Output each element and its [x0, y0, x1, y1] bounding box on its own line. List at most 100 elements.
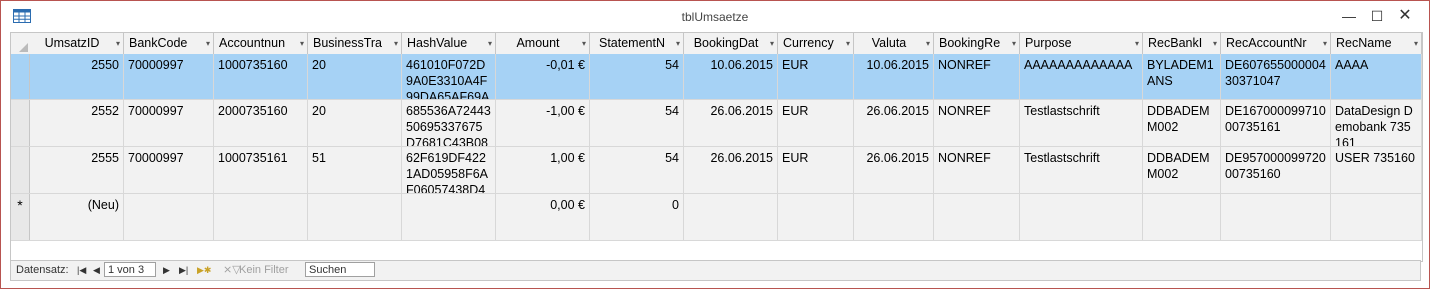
- sort-dropdown-icon[interactable]: ▾: [770, 33, 774, 54]
- sort-dropdown-icon[interactable]: ▾: [926, 33, 930, 54]
- cell-bookingdate[interactable]: 10.06.2015: [684, 54, 778, 99]
- cell-hashvalue[interactable]: 62F619DF4221AD05958F6AF06057438D4E6: [402, 147, 496, 193]
- cell-accountnumber[interactable]: 2000735160: [214, 100, 308, 146]
- cell-purpose[interactable]: AAAAAAAAAAAAA: [1020, 54, 1143, 99]
- sort-dropdown-icon[interactable]: ▾: [1213, 33, 1217, 54]
- table-row[interactable]: 2552 70000997 2000735160 20 685536A724435069…: [11, 100, 1422, 147]
- cell-hashvalue[interactable]: 461010F072D9A0E3310A4F99DA65AF69A7: [402, 54, 496, 99]
- cell-bankcode[interactable]: [124, 194, 214, 240]
- column-header-recaccountnr[interactable]: RecAccountNr ▾: [1221, 33, 1331, 54]
- row-selector[interactable]: [11, 54, 30, 99]
- cell-currency[interactable]: EUR: [778, 54, 854, 99]
- search-input[interactable]: Suchen: [305, 262, 375, 277]
- select-all-corner[interactable]: [11, 33, 31, 54]
- column-header-hashvalue[interactable]: HashValue ▾: [402, 33, 496, 54]
- cell-valuta[interactable]: 26.06.2015: [854, 100, 934, 146]
- cell-bookingdate[interactable]: [684, 194, 778, 240]
- cell-statementno[interactable]: 54: [590, 100, 684, 146]
- table-row[interactable]: 2555 70000997 1000735161 51 62F619DF4221AD05…: [11, 147, 1422, 194]
- cell-bookingref[interactable]: NONREF: [934, 54, 1020, 99]
- cell-accountnumber[interactable]: [214, 194, 308, 240]
- minimize-button[interactable]: —: [1335, 5, 1363, 27]
- cell-valuta[interactable]: 26.06.2015: [854, 147, 934, 193]
- cell-accountnumber[interactable]: 1000735161: [214, 147, 308, 193]
- cell-recaccountnr[interactable]: DE16700009971000735161: [1221, 100, 1331, 146]
- cell-bankcode[interactable]: 70000997: [124, 100, 214, 146]
- cell-hashvalue[interactable]: 685536A7244350695337675D7681C43B0876: [402, 100, 496, 146]
- cell-businesstransaction[interactable]: 20: [308, 100, 402, 146]
- cell-currency[interactable]: EUR: [778, 100, 854, 146]
- cell-accountnumber[interactable]: 1000735160: [214, 54, 308, 99]
- sort-dropdown-icon[interactable]: ▾: [1414, 33, 1418, 54]
- sort-dropdown-icon[interactable]: ▾: [846, 33, 850, 54]
- cell-amount[interactable]: 1,00 €: [496, 147, 590, 193]
- column-header-businesstransaction[interactable]: BusinessTra ▾: [308, 33, 402, 54]
- cell-statementno[interactable]: 54: [590, 147, 684, 193]
- column-header-bookingdate[interactable]: BookingDat ▾: [684, 33, 778, 54]
- cell-businesstransaction[interactable]: 20: [308, 54, 402, 99]
- cell-bankcode[interactable]: 70000997: [124, 147, 214, 193]
- cell-amount[interactable]: 0,00 €: [496, 194, 590, 240]
- cell-recbankid[interactable]: BYLADEM1ANS: [1143, 54, 1221, 99]
- sort-dropdown-icon[interactable]: ▾: [394, 33, 398, 54]
- sort-dropdown-icon[interactable]: ▾: [206, 33, 210, 54]
- cell-recbankid[interactable]: DDBADEMM002: [1143, 147, 1221, 193]
- cell-purpose[interactable]: [1020, 194, 1143, 240]
- cell-recaccountnr[interactable]: DE95700009972000735160: [1221, 147, 1331, 193]
- column-header-recbankid[interactable]: RecBankI ▾: [1143, 33, 1221, 54]
- cell-recbankid[interactable]: DDBADEMM002: [1143, 100, 1221, 146]
- cell-statementno[interactable]: 0: [590, 194, 684, 240]
- new-record-row[interactable]: * (Neu) 0,00 €0: [11, 194, 1422, 241]
- first-record-icon[interactable]: |◀: [77, 261, 86, 280]
- table-row[interactable]: 2550 70000997 1000735160 20 461010F072D9A0E3…: [11, 54, 1422, 100]
- record-number-field[interactable]: 1 von 3: [104, 262, 156, 277]
- cell-umsatzid[interactable]: 2552: [30, 100, 124, 146]
- cell-recname[interactable]: [1331, 194, 1422, 240]
- sort-dropdown-icon[interactable]: ▾: [488, 33, 492, 54]
- row-selector[interactable]: [11, 147, 30, 193]
- cell-currency[interactable]: EUR: [778, 147, 854, 193]
- row-selector[interactable]: *: [11, 194, 30, 240]
- cell-statementno[interactable]: 54: [590, 54, 684, 99]
- sort-dropdown-icon[interactable]: ▾: [676, 33, 680, 54]
- column-header-statementno[interactable]: StatementN ▾: [590, 33, 684, 54]
- sort-dropdown-icon[interactable]: ▾: [1135, 33, 1139, 54]
- cell-bookingref[interactable]: NONREF: [934, 100, 1020, 146]
- next-record-icon[interactable]: ▶: [163, 261, 170, 280]
- last-record-icon[interactable]: ▶|: [179, 261, 188, 280]
- cell-bookingdate[interactable]: 26.06.2015: [684, 147, 778, 193]
- column-header-umsatzid[interactable]: UmsatzID ▾: [30, 33, 124, 54]
- cell-valuta[interactable]: [854, 194, 934, 240]
- cell-businesstransaction[interactable]: [308, 194, 402, 240]
- cell-recbankid[interactable]: [1143, 194, 1221, 240]
- sort-dropdown-icon[interactable]: ▾: [582, 33, 586, 54]
- cell-amount[interactable]: -1,00 €: [496, 100, 590, 146]
- maximize-button[interactable]: ☐: [1363, 5, 1391, 27]
- cell-purpose[interactable]: Testlastschrift: [1020, 147, 1143, 193]
- column-header-bookingref[interactable]: BookingRe ▾: [934, 33, 1020, 54]
- cell-recname[interactable]: USER 735160: [1331, 147, 1422, 193]
- cell-umsatzid[interactable]: 2550: [30, 54, 124, 99]
- column-header-valuta[interactable]: Valuta ▾: [854, 33, 934, 54]
- column-header-recname[interactable]: RecName ▾: [1331, 33, 1422, 54]
- sort-dropdown-icon[interactable]: ▾: [1012, 33, 1016, 54]
- cell-currency[interactable]: [778, 194, 854, 240]
- cell-amount[interactable]: -0,01 €: [496, 54, 590, 99]
- cell-bankcode[interactable]: 70000997: [124, 54, 214, 99]
- prev-record-icon[interactable]: ◀: [93, 261, 100, 280]
- cell-purpose[interactable]: Testlastschrift: [1020, 100, 1143, 146]
- row-selector[interactable]: [11, 100, 30, 146]
- cell-valuta[interactable]: 10.06.2015: [854, 54, 934, 99]
- column-header-amount[interactable]: Amount ▾: [496, 33, 590, 54]
- column-header-bankcode[interactable]: BankCode ▾: [124, 33, 214, 54]
- cell-bookingdate[interactable]: 26.06.2015: [684, 100, 778, 146]
- cell-bookingref[interactable]: NONREF: [934, 147, 1020, 193]
- sort-dropdown-icon[interactable]: ▾: [300, 33, 304, 54]
- new-record-icon[interactable]: ▶✱: [197, 261, 211, 280]
- sort-dropdown-icon[interactable]: ▾: [116, 33, 120, 54]
- column-header-currency[interactable]: Currency ▾: [778, 33, 854, 54]
- cell-umsatzid[interactable]: 2555: [30, 147, 124, 193]
- close-button[interactable]: ✕: [1391, 5, 1419, 27]
- cell-recname[interactable]: AAAA: [1331, 54, 1422, 99]
- cell-recaccountnr[interactable]: [1221, 194, 1331, 240]
